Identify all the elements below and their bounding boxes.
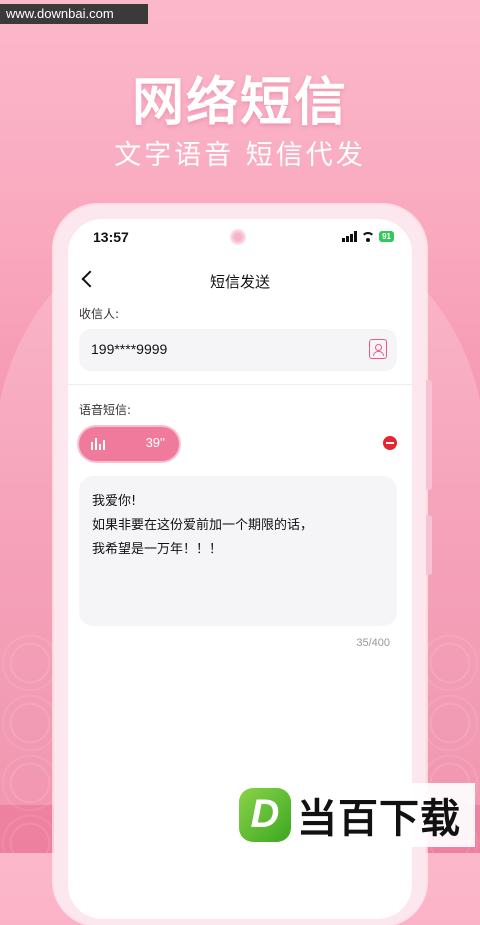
battery-icon: 91	[379, 231, 394, 242]
hero-title: 网络短信	[131, 73, 348, 133]
phone-side-button	[426, 515, 432, 575]
brand-logo-icon: D	[239, 788, 291, 842]
phone-side-button	[426, 380, 432, 490]
status-bar: 13:57 91	[68, 229, 412, 253]
wifi-icon	[361, 231, 376, 242]
sound-wave-icon	[91, 438, 105, 450]
recipient-label: 收信人:	[79, 307, 120, 321]
brand-watermark: D 当百下载	[237, 783, 475, 847]
message-line: 如果非要在这份爱前加一个期限的话，	[92, 518, 314, 533]
page-title: 短信发送	[209, 273, 270, 291]
status-time: 13:57	[93, 229, 129, 245]
character-counter: 35/400	[356, 637, 390, 649]
site-watermark: www.downbai.com	[0, 4, 148, 24]
message-line: 我爱你!	[92, 494, 137, 509]
divider	[68, 384, 412, 385]
front-camera	[230, 229, 246, 245]
voice-duration: 39''	[145, 435, 165, 450]
contact-card-icon[interactable]	[369, 339, 387, 359]
delete-icon[interactable]	[383, 436, 397, 450]
voice-label: 语音短信:	[79, 403, 132, 417]
recipient-input[interactable]: 199****9999	[79, 329, 397, 371]
message-textarea[interactable]: 我爱你! 如果非要在这份爱前加一个期限的话， 我希望是一万年！！！	[79, 476, 397, 626]
voice-message-button[interactable]: 39''	[79, 427, 179, 461]
nav-bar: 短信发送	[68, 267, 412, 297]
recipient-value: 199****9999	[91, 341, 168, 357]
message-line: 我希望是一万年！！！	[92, 542, 223, 557]
brand-logo-letter: D	[250, 792, 280, 836]
brand-name: 当百下载	[297, 796, 461, 842]
signal-icon	[342, 231, 358, 242]
hero-subtitle: 文字语音 短信代发	[114, 140, 366, 171]
status-icons: 91	[342, 231, 394, 242]
